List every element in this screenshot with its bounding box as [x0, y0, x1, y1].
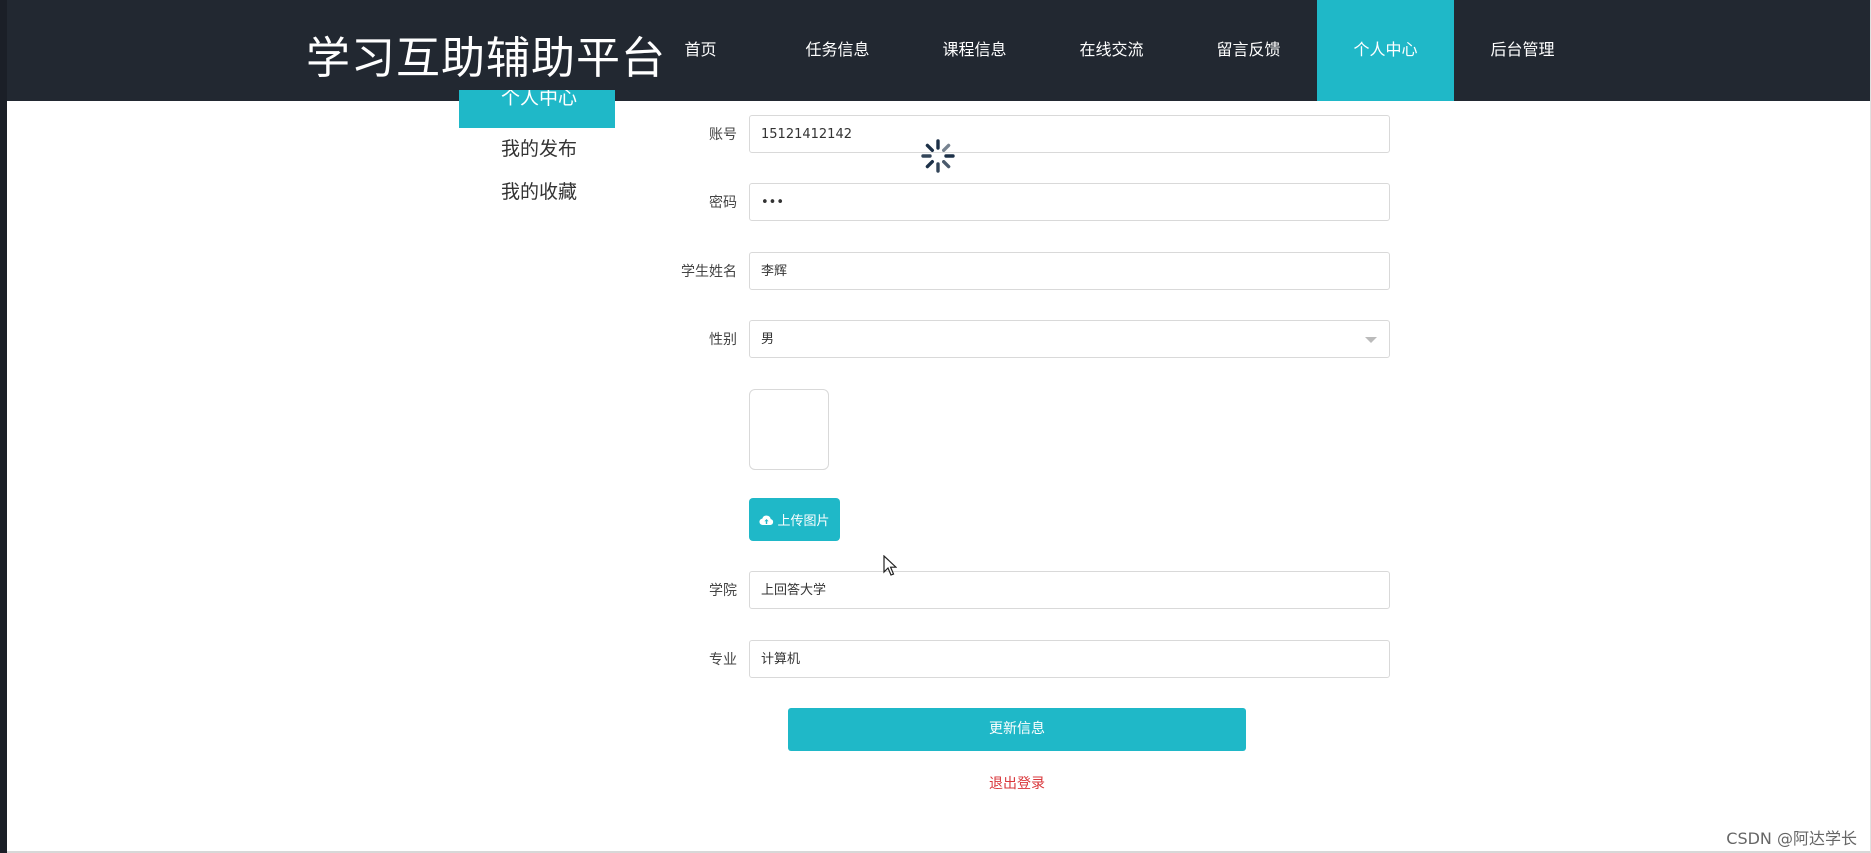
side-item-personal-center[interactable]: 个人中心 — [459, 90, 615, 128]
upload-button-label: 上传图片 — [777, 514, 830, 529]
account-label: 账号 — [709, 127, 737, 143]
nav-feedback[interactable]: 留言反馈 — [1180, 0, 1317, 101]
side-item-my-favorites[interactable]: 我的收藏 — [459, 171, 615, 214]
side-menu: 个人中心 我的发布 我的收藏 — [459, 90, 615, 214]
name-label: 学生姓名 — [681, 264, 737, 280]
nav-personal-center[interactable]: 个人中心 — [1317, 0, 1454, 101]
side-item-label: 个人中心 — [501, 90, 578, 109]
gender-select-value: 男 — [761, 332, 775, 347]
gender-select[interactable]: 男 — [749, 320, 1390, 358]
nav-courses[interactable]: 课程信息 — [906, 0, 1043, 101]
side-item-my-posts[interactable]: 我的发布 — [459, 128, 615, 171]
major-input[interactable]: 计算机 — [749, 640, 1390, 678]
upload-image-button[interactable]: 上传图片 — [749, 498, 840, 541]
gender-row: 性别 男 — [640, 320, 1390, 360]
account-row: 账号 15121412142 — [640, 115, 1390, 155]
nav-tasks[interactable]: 任务信息 — [769, 0, 906, 101]
gender-label: 性别 — [709, 332, 737, 348]
avatar-image-preview — [749, 389, 829, 470]
mouse-cursor-icon — [883, 555, 897, 576]
name-input[interactable]: 李辉 — [749, 252, 1390, 290]
college-label: 学院 — [709, 583, 737, 599]
name-row: 学生姓名 李辉 — [640, 252, 1390, 292]
account-input[interactable]: 15121412142 — [749, 115, 1390, 153]
nav-home[interactable]: 首页 — [632, 0, 769, 101]
nav-admin[interactable]: 后台管理 — [1454, 0, 1591, 101]
logout-link[interactable]: 退出登录 — [788, 773, 1246, 793]
select-arrow-icon — [1365, 337, 1377, 343]
top-header: 学习互助辅助平台 首页 任务信息 课程信息 在线交流 留言反馈 个人中心 后台管… — [7, 0, 1870, 101]
window-edge-left — [0, 0, 7, 853]
brand-title: 学习互助辅助平台 — [306, 33, 666, 84]
college-row: 学院 上回答大学 — [640, 571, 1390, 611]
major-row: 专业 计算机 — [640, 640, 1390, 680]
main-nav: 首页 任务信息 课程信息 在线交流 留言反馈 个人中心 后台管理 — [632, 0, 1591, 101]
password-row: 密码 ••• — [640, 183, 1390, 223]
password-input[interactable]: ••• — [749, 183, 1390, 221]
password-label: 密码 — [709, 195, 737, 211]
nav-online-chat[interactable]: 在线交流 — [1043, 0, 1180, 101]
loading-spinner-icon — [921, 139, 955, 173]
cloud-upload-icon — [759, 515, 774, 525]
major-label: 专业 — [709, 652, 737, 668]
csdn-watermark: CSDN @阿达学长 — [1726, 829, 1857, 848]
college-input[interactable]: 上回答大学 — [749, 571, 1390, 609]
update-info-button[interactable]: 更新信息 — [788, 708, 1246, 751]
